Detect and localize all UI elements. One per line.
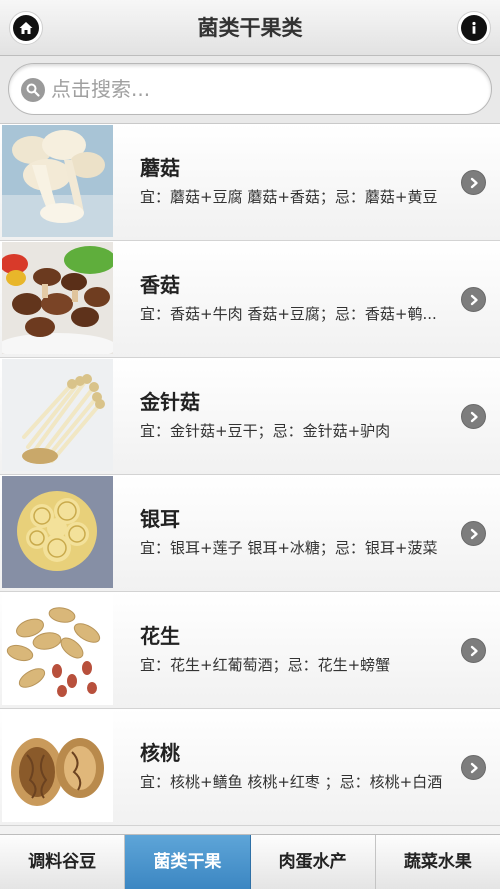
list-item[interactable]: 核桃 宜：核桃+鳝鱼 核桃+红枣 ；忌：核桃+白酒 [0,709,500,826]
chevron-right-icon [461,755,486,780]
list-item[interactable]: 花生 宜：花生+红葡萄酒；忌：花生+螃蟹 [0,592,500,709]
chevron-right-icon [461,170,486,195]
food-list: 蘑菇 宜：蘑菇+豆腐 蘑菇+香菇；忌：蘑菇+黄豆 香菇 宜：香菇+牛肉 香菇+豆… [0,124,500,826]
info-icon [472,21,476,34]
search-box[interactable] [8,63,492,115]
item-description: 宜：花生+红葡萄酒；忌：花生+螃蟹 [140,656,391,674]
tab-meat-eggs-seafood[interactable]: 肉蛋水产 [250,835,376,889]
info-button[interactable] [457,11,491,45]
list-item[interactable]: 银耳 宜：银耳+莲子 银耳+冰糖；忌：银耳+菠菜 [0,475,500,592]
item-name: 蘑菇 [140,156,180,180]
list-item[interactable]: 蘑菇 宜：蘑菇+豆腐 蘑菇+香菇；忌：蘑菇+黄豆 [0,124,500,241]
item-name: 金针菇 [140,390,200,414]
search-input[interactable] [51,70,471,108]
header-bar: 菌类干果类 [0,0,500,56]
tab-vegetables-fruits[interactable]: 蔬菜水果 [375,835,500,889]
chevron-right-icon [461,404,486,429]
tab-seasonings-grains[interactable]: 调料谷豆 [0,835,126,889]
item-thumbnail [2,593,113,705]
item-name: 香菇 [140,273,180,297]
item-name: 花生 [140,624,180,648]
item-description: 宜：蘑菇+豆腐 蘑菇+香菇；忌：蘑菇+黄豆 [140,188,438,206]
item-thumbnail [2,125,113,237]
item-thumbnail [2,242,113,354]
item-name: 银耳 [140,507,180,531]
search-icon [21,78,45,102]
list-item[interactable]: 金针菇 宜：金针菇+豆干；忌：金针菇+驴肉 [0,358,500,475]
tab-fungi-nuts[interactable]: 菌类干果 [125,835,251,889]
bottom-tab-bar: 调料谷豆 菌类干果 肉蛋水产 蔬菜水果 [0,834,500,889]
item-description: 宜：银耳+莲子 银耳+冰糖；忌：银耳+菠菜 [140,539,438,557]
chevron-right-icon [461,521,486,546]
item-thumbnail [2,359,113,471]
page-title: 菌类干果类 [197,16,303,40]
chevron-right-icon [461,638,486,663]
item-thumbnail [2,476,113,588]
item-name: 核桃 [140,741,180,765]
chevron-right-icon [461,287,486,312]
item-description: 宜：香菇+牛肉 香菇+豆腐；忌：香菇+鹌... [140,305,437,323]
item-description: 宜：核桃+鳝鱼 核桃+红枣 ；忌：核桃+白酒 [140,773,443,791]
item-thumbnail [2,710,113,822]
item-description: 宜：金针菇+豆干；忌：金针菇+驴肉 [140,422,391,440]
list-item[interactable]: 香菇 宜：香菇+牛肉 香菇+豆腐；忌：香菇+鹌... [0,241,500,358]
search-bar [0,56,500,124]
